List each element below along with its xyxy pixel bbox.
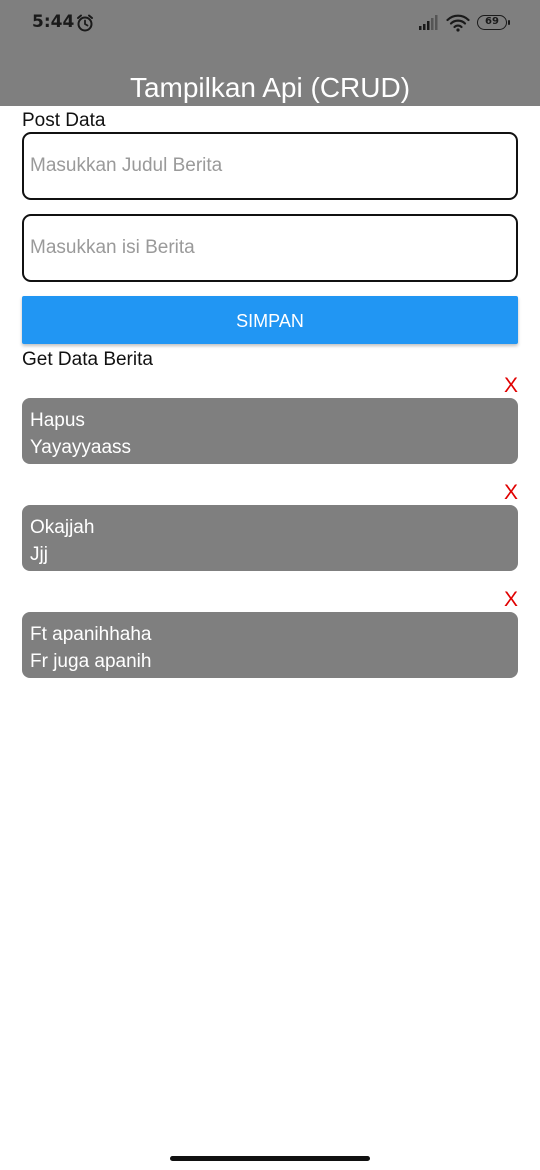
signal-icon (418, 15, 440, 36)
news-title: Okajjah (30, 517, 95, 538)
home-indicator[interactable] (170, 1156, 370, 1161)
get-data-label: Get Data Berita (22, 349, 153, 370)
battery-icon: 69 (477, 15, 507, 30)
list-item[interactable]: Hapus Yayayyaass (22, 398, 518, 464)
post-data-label: Post Data (22, 110, 106, 131)
save-button[interactable]: SIMPAN (22, 296, 518, 344)
app-bar: 5:44 69 Tampilkan Api (CRUD) (0, 0, 540, 106)
list-item[interactable]: Okajjah Jjj (22, 505, 518, 571)
news-content-input[interactable] (22, 214, 518, 282)
delete-button[interactable]: X (504, 374, 518, 398)
news-content: Yayayyaass (30, 437, 132, 458)
news-content: Fr juga apanih (30, 651, 152, 672)
list-item[interactable]: Ft apanihhaha Fr juga apanih (22, 612, 518, 678)
alarm-icon (75, 13, 95, 38)
news-title-input[interactable] (22, 132, 518, 200)
status-time: 5:44 (32, 12, 75, 32)
news-title: Ft apanihhaha (30, 624, 152, 645)
news-title: Hapus (30, 410, 85, 431)
delete-button[interactable]: X (504, 588, 518, 612)
page-title: Tampilkan Api (CRUD) (129, 72, 411, 103)
battery-tip (508, 20, 510, 25)
delete-button[interactable]: X (504, 481, 518, 505)
news-content: Jjj (30, 544, 48, 565)
wifi-icon (446, 14, 470, 37)
